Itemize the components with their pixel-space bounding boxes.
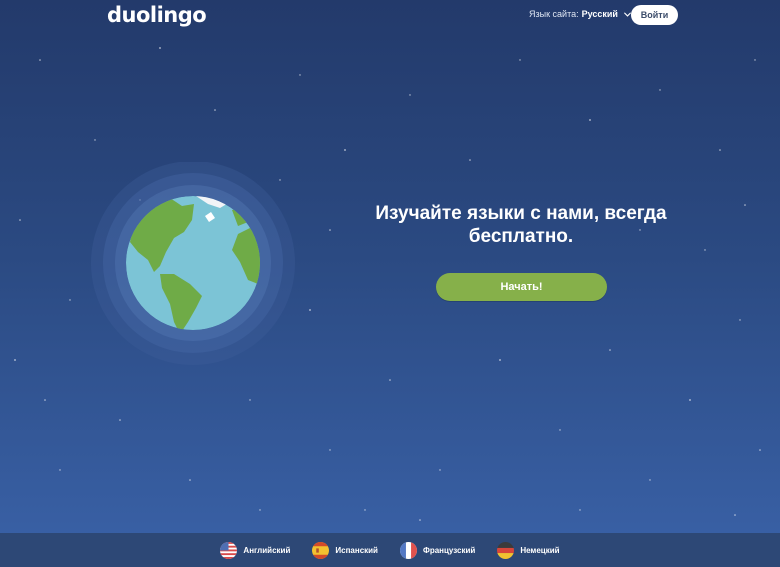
duolingo-logo[interactable]: duolingo [107,3,207,27]
course-french[interactable]: Французский [399,541,476,559]
site-language-dropdown[interactable]: Язык сайта: Русский [529,9,631,19]
globe-illustration [90,161,296,368]
course-spanish[interactable]: Испанский [312,541,378,559]
start-button[interactable]: Начать! [436,273,607,301]
chevron-down-icon [624,12,631,17]
site-language-value: Русский [581,9,618,19]
germany-flag-icon [497,541,515,559]
france-flag-icon [399,541,417,559]
login-button[interactable]: Войти [631,5,678,25]
hero-headline: Изучайте языки с нами, всегда бесплатно. [350,202,692,248]
course-german[interactable]: Немецкий [497,541,560,559]
course-label: Испанский [335,545,378,555]
top-nav: duolingo Язык сайта: Русский Войти [0,0,780,30]
course-label: Французский [422,545,476,555]
globe-icon [91,161,295,365]
hero-headline-line-2: бесплатно. [468,226,574,247]
spain-flag-icon [312,541,330,559]
course-english[interactable]: Английский [220,541,291,559]
course-footer: Английский Испанский Французский Немецки… [0,533,780,567]
us-flag-icon [220,541,238,559]
site-language-label: Язык сайта: [529,9,579,19]
course-label: Английский [243,545,291,555]
hero-headline-line-1: Изучайте языки с нами, всегда [375,203,667,224]
course-label: Немецкий [520,545,560,555]
